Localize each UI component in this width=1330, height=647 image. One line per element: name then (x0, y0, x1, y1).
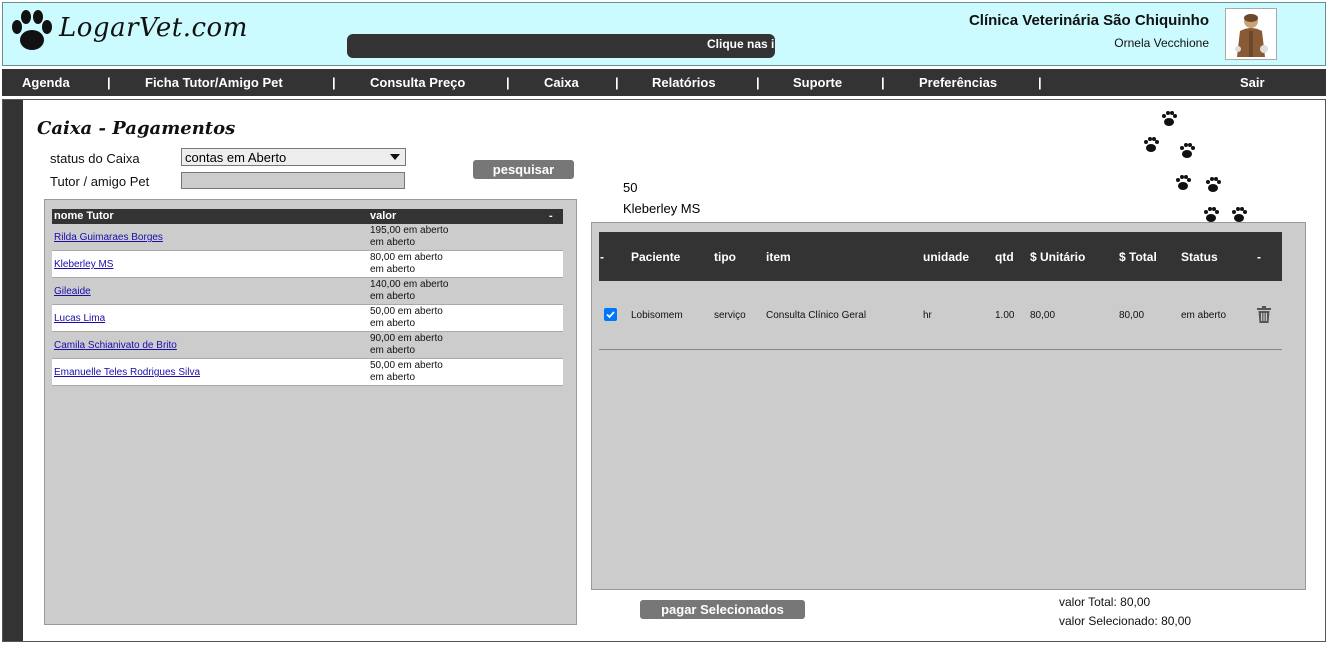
main-nav: Agenda | Ficha Tutor/Amigo Pet | Consult… (2, 69, 1326, 96)
logo[interactable]: LogarVet.com (9, 7, 247, 61)
paw-logo-icon (12, 10, 52, 50)
item-unitario: 80,00 (1030, 310, 1056, 321)
col-unidade: unidade (923, 250, 970, 264)
item-status: em aberto (1181, 310, 1227, 321)
table-row: Gileaide 140,00 em aberto em aberto (52, 278, 563, 305)
nav-separator: | (881, 75, 885, 90)
table-row: Rilda Guimaraes Borges 195,00 em aberto e… (52, 224, 563, 251)
col-total: $ Total (1119, 250, 1157, 264)
tutor-list-panel: nome Tutor valor - Rilda Guimaraes Borge… (44, 199, 577, 625)
nav-consulta-preco[interactable]: Consulta Preço (370, 75, 465, 90)
check-icon (606, 311, 615, 319)
col-status: Status (1181, 250, 1218, 264)
nav-sair[interactable]: Sair (1240, 75, 1265, 90)
nav-separator: | (506, 75, 510, 90)
selected-tutor-name: Kleberley MS (623, 201, 701, 216)
marquee-text: Clique nas i (707, 37, 775, 51)
tutor-value: 80,00 em aberto em aberto (370, 252, 443, 275)
header: LogarVet.com Clique nas i Clínica Veteri… (2, 2, 1326, 66)
total-value: valor Total: 80,00 (1059, 595, 1151, 609)
item-paciente: Lobisomem (631, 310, 683, 321)
tutor-link[interactable]: Camila Schianivato de Brito (54, 340, 177, 351)
marquee-banner[interactable]: Clique nas i (347, 34, 775, 58)
tutor-link[interactable]: Kleberley MS (54, 259, 113, 270)
nav-ficha-tutor[interactable]: Ficha Tutor/Amigo Pet (145, 75, 283, 90)
avatar[interactable] (1225, 8, 1277, 60)
selected-value: valor Selecionado: 80,00 (1059, 614, 1192, 628)
item-tipo: serviço (714, 310, 746, 321)
table-row: Lobisomem serviço Consulta Clínico Geral… (599, 281, 1282, 350)
main-content: Caixa - Pagamentos status do Caixa conta… (2, 99, 1326, 642)
item-total: 80,00 (1119, 310, 1145, 321)
table-row: Kleberley MS 80,00 em aberto em aberto (52, 251, 563, 278)
tutor-link[interactable]: Rilda Guimaraes Borges (54, 232, 163, 243)
item-checkbox[interactable] (604, 308, 617, 321)
col-qtd: qtd (995, 250, 1014, 264)
items-table-header: - Paciente tipo item unidade qtd $ Unitá… (599, 232, 1282, 281)
status-select-value: contas em Aberto (185, 149, 287, 165)
tutor-value: 50,00 em aberto em aberto (370, 360, 443, 383)
col-item: item (766, 250, 791, 264)
paw-prints-icon (1144, 111, 1247, 222)
nav-relatorios[interactable]: Relatórios (652, 75, 716, 90)
items-panel: - Paciente tipo item unidade qtd $ Unitá… (591, 222, 1306, 590)
pay-selected-button[interactable]: pagar Selecionados (640, 600, 805, 619)
nav-agenda[interactable]: Agenda (22, 75, 70, 90)
logo-text: LogarVet.com (59, 13, 248, 43)
col-action: - (1257, 250, 1261, 264)
tutor-value: 90,00 em aberto em aberto (370, 333, 443, 356)
tutor-link[interactable]: Emanuelle Teles Rodrigues Silva (54, 367, 200, 378)
tutor-input[interactable] (181, 172, 405, 189)
table-row: Emanuelle Teles Rodrigues Silva 50,00 em… (52, 359, 563, 386)
col-extra: - (549, 210, 553, 222)
nav-separator: | (332, 75, 336, 90)
item-name: Consulta Clínico Geral (766, 310, 867, 321)
tutor-link[interactable]: Gileaide (54, 286, 91, 297)
tutor-label: Tutor / amigo Pet (50, 174, 150, 189)
col-valor: valor (370, 210, 397, 222)
nav-separator: | (107, 75, 111, 90)
tutor-value: 195,00 em aberto em aberto (370, 225, 449, 248)
user-name: Ornela Vecchione (1114, 36, 1209, 50)
col-unitario: $ Unitário (1030, 250, 1086, 264)
col-select: - (600, 250, 604, 264)
nav-separator: | (1038, 75, 1042, 90)
nav-caixa[interactable]: Caixa (544, 75, 579, 90)
tutor-link[interactable]: Lucas Lima (54, 313, 105, 324)
item-unidade: hr (923, 310, 932, 321)
status-select[interactable]: contas em Aberto (181, 148, 406, 166)
app-window: LogarVet.com Clique nas i Clínica Veteri… (0, 0, 1330, 647)
page-title: Caixa - Pagamentos (37, 118, 236, 139)
selected-tutor-code: 50 (623, 180, 638, 195)
saint-avatar-icon (1235, 14, 1268, 57)
tutor-list-header: nome Tutor valor - (52, 209, 563, 224)
chevron-down-icon (390, 154, 400, 160)
search-button[interactable]: pesquisar (473, 160, 574, 179)
tutor-value: 140,00 em aberto em aberto (370, 279, 449, 302)
tutor-value: 50,00 em aberto em aberto (370, 306, 443, 329)
status-label: status do Caixa (50, 151, 140, 166)
col-paciente: Paciente (631, 250, 681, 264)
nav-separator: | (756, 75, 760, 90)
col-tipo: tipo (714, 250, 736, 264)
table-row: Camila Schianivato de Brito 90,00 em abe… (52, 332, 563, 359)
left-sidebar-bar (3, 100, 23, 641)
item-qtd: 1.00 (995, 310, 1015, 321)
clinic-name: Clínica Veterinária São Chiquinho (968, 12, 1209, 29)
nav-separator: | (615, 75, 619, 90)
nav-suporte[interactable]: Suporte (793, 75, 842, 90)
trash-icon[interactable] (1257, 306, 1271, 323)
nav-preferencias[interactable]: Preferências (919, 75, 997, 90)
table-row: Lucas Lima 50,00 em aberto em aberto (52, 305, 563, 332)
col-nome-tutor: nome Tutor (54, 210, 114, 222)
